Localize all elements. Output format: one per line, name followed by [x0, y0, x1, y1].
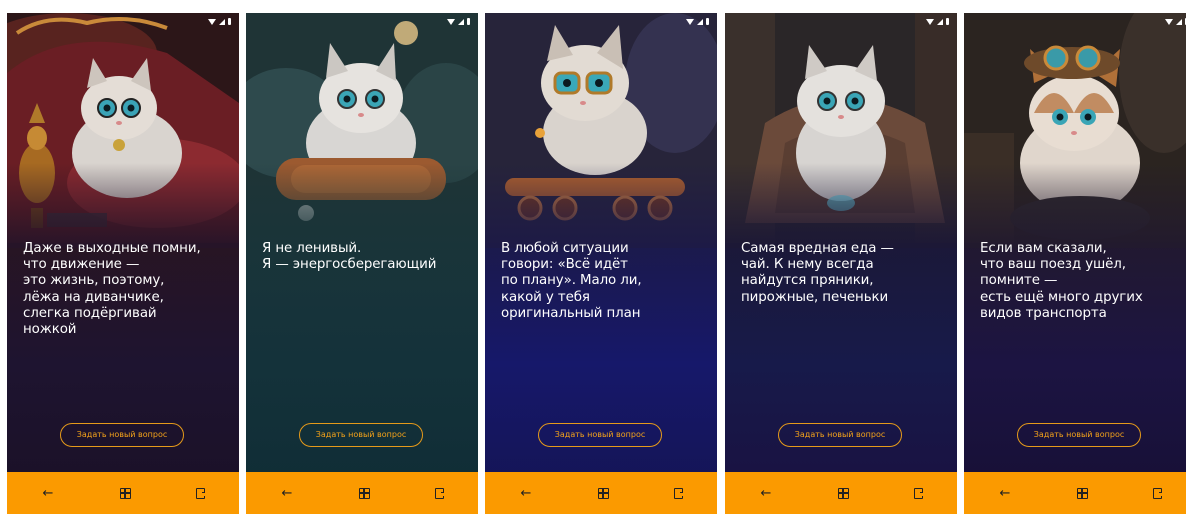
exit-button[interactable] [1142, 472, 1172, 514]
bottom-nav: ← [7, 472, 239, 514]
exit-button[interactable] [185, 472, 215, 514]
signal-icon [458, 18, 464, 25]
bottom-nav: ← [246, 472, 478, 514]
back-arrow-icon[interactable]: ← [33, 472, 63, 514]
signal-icon [219, 18, 225, 25]
illustration-fade [964, 163, 1186, 248]
home-grid-button[interactable] [349, 472, 379, 514]
ask-new-question-button[interactable]: Задать новый вопрос [1017, 423, 1141, 447]
back-arrow-icon[interactable]: ← [511, 472, 541, 514]
back-arrow-icon[interactable]: ← [990, 472, 1020, 514]
exit-button[interactable] [663, 472, 693, 514]
back-arrow-icon[interactable]: ← [751, 472, 781, 514]
exit-button[interactable] [903, 472, 933, 514]
illustration-fade [725, 163, 957, 248]
home-grid-icon [1076, 487, 1088, 499]
battery-icon [946, 18, 949, 25]
exit-icon [673, 487, 683, 499]
status-bar [208, 18, 231, 25]
quote-text: Если вам сказали, что ваш поезд ушёл, по… [980, 241, 1143, 321]
quote-text: Даже в выходные помни, что движение — эт… [23, 241, 201, 338]
ask-new-question-button[interactable]: Задать новый вопрос [778, 423, 902, 447]
status-bar [686, 18, 709, 25]
home-grid-icon [358, 487, 370, 499]
home-grid-icon [119, 487, 131, 499]
ask-new-question-button[interactable]: Задать новый вопрос [299, 423, 423, 447]
signal-icon [937, 18, 943, 25]
quote-text: В любой ситуации говори: «Всё идёт по пл… [501, 241, 642, 321]
battery-icon [228, 18, 231, 25]
illustration-fade [246, 163, 478, 248]
status-bar [1165, 18, 1186, 25]
home-grid-button[interactable] [1067, 472, 1097, 514]
quote-text: Я не ленивый. Я — энергосберегающий [262, 241, 437, 273]
illustration-fade [7, 163, 239, 248]
bottom-nav: ← [485, 472, 717, 514]
exit-icon [434, 487, 444, 499]
exit-icon [913, 487, 923, 499]
bottom-nav: ← [725, 472, 957, 514]
wifi-icon [208, 18, 216, 25]
battery-icon [706, 18, 709, 25]
ask-new-question-button[interactable]: Задать новый вопрос [538, 423, 662, 447]
back-arrow-icon[interactable]: ← [272, 472, 302, 514]
phone-screen: Если вам сказали, что ваш поезд ушёл, по… [964, 13, 1186, 514]
signal-icon [697, 18, 703, 25]
home-grid-icon [597, 487, 609, 499]
home-grid-button[interactable] [588, 472, 618, 514]
bottom-nav: ← [964, 472, 1186, 514]
phone-screen: В любой ситуации говори: «Всё идёт по пл… [485, 13, 717, 514]
wifi-icon [447, 18, 455, 25]
illustration-fade [485, 163, 717, 248]
exit-button[interactable] [424, 472, 454, 514]
phone-screen: Самая вредная еда — чай. К нему всегда н… [725, 13, 957, 514]
phone-screen: Даже в выходные помни, что движение — эт… [7, 13, 239, 514]
wifi-icon [926, 18, 934, 25]
phone-screen: Я не ленивый. Я — энергосберегающий Зада… [246, 13, 478, 514]
battery-icon [467, 18, 470, 25]
home-grid-button[interactable] [110, 472, 140, 514]
exit-icon [195, 487, 205, 499]
ask-new-question-button[interactable]: Задать новый вопрос [60, 423, 184, 447]
signal-icon [1176, 18, 1182, 25]
wifi-icon [1165, 18, 1173, 25]
exit-icon [1152, 487, 1162, 499]
screens-gallery: Даже в выходные помни, что движение — эт… [0, 0, 1186, 519]
wifi-icon [686, 18, 694, 25]
status-bar [447, 18, 470, 25]
home-grid-icon [837, 487, 849, 499]
status-bar [926, 18, 949, 25]
home-grid-button[interactable] [828, 472, 858, 514]
quote-text: Самая вредная еда — чай. К нему всегда н… [741, 241, 894, 305]
